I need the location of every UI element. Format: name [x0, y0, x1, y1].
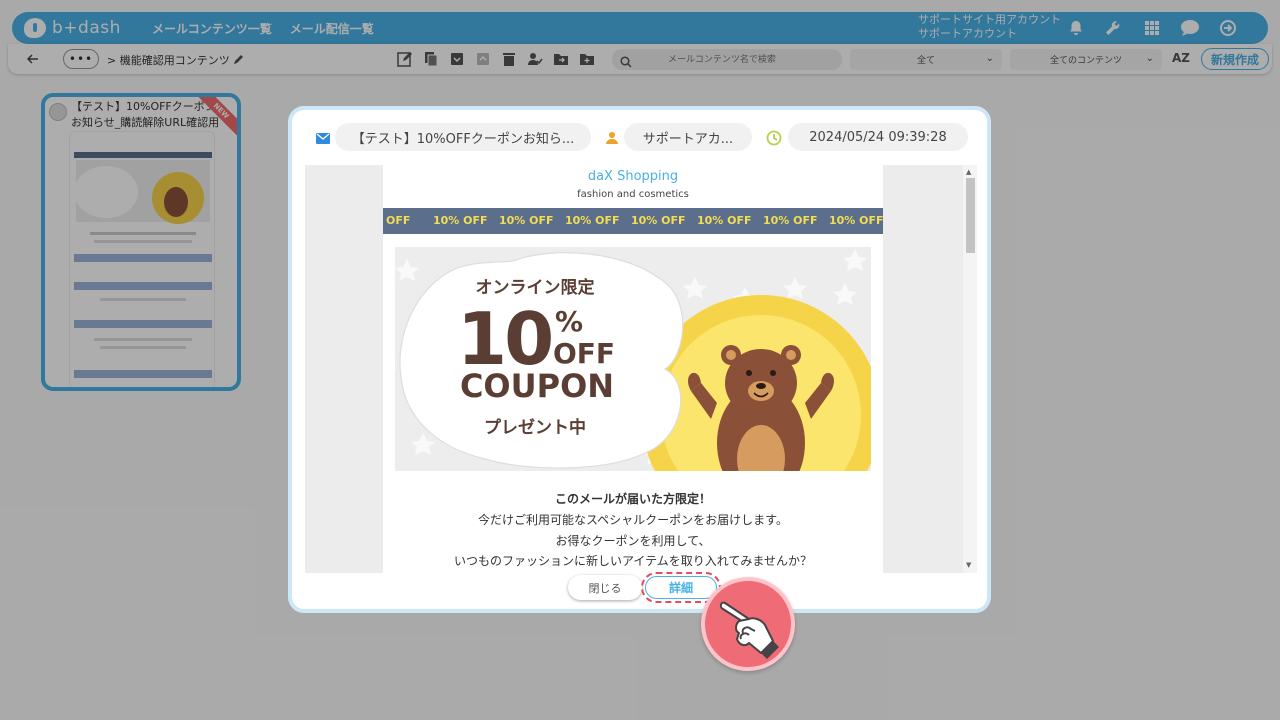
copy-line: 今だけご利用可能なスペシャルクーポンをお届けします。	[478, 513, 788, 527]
copy-heading: このメールが届いた方限定！	[554, 492, 711, 506]
email-body: daX Shopping fashion and cosmetics OFF 1…	[383, 165, 883, 573]
mail-icon	[315, 130, 331, 146]
scroll-down-arrow-icon[interactable]: ▼	[966, 561, 971, 569]
off-band: OFF 10% OFF 10% OFF 10% OFF 10% OFF 10% …	[383, 208, 883, 234]
coupon-banner[interactable]: オンライン限定 10 % OFF COUPON プレゼント中	[395, 247, 871, 471]
subject-field: 【テスト】10%OFFクーポンお知ら...	[335, 123, 591, 151]
copy-line: お得なクーポンを利用して、	[555, 534, 711, 548]
scrollbar-thumb[interactable]	[966, 178, 975, 253]
shop-name[interactable]: daX Shopping	[383, 169, 883, 184]
sender-field: サポートアカ...	[624, 123, 752, 151]
preview-scrollbar[interactable]: ▲ ▼	[963, 165, 977, 573]
pointing-hand-icon	[701, 577, 795, 671]
datetime-field: 2024/05/24 09:39:28	[788, 123, 968, 151]
preview-modal: 【テスト】10%OFFクーポンお知ら... サポートアカ... 2024/05/…	[288, 106, 991, 613]
copy-line: いつものファッションに新しいアイテムを取り入れてみませんか？	[453, 554, 813, 568]
email-preview[interactable]: daX Shopping fashion and cosmetics OFF 1…	[305, 165, 977, 573]
user-icon	[604, 130, 620, 146]
scroll-up-arrow-icon[interactable]: ▲	[966, 168, 971, 176]
close-button[interactable]: 閉じる	[568, 575, 642, 600]
shop-tagline: fashion and cosmetics	[577, 189, 689, 200]
clock-icon	[766, 130, 782, 146]
